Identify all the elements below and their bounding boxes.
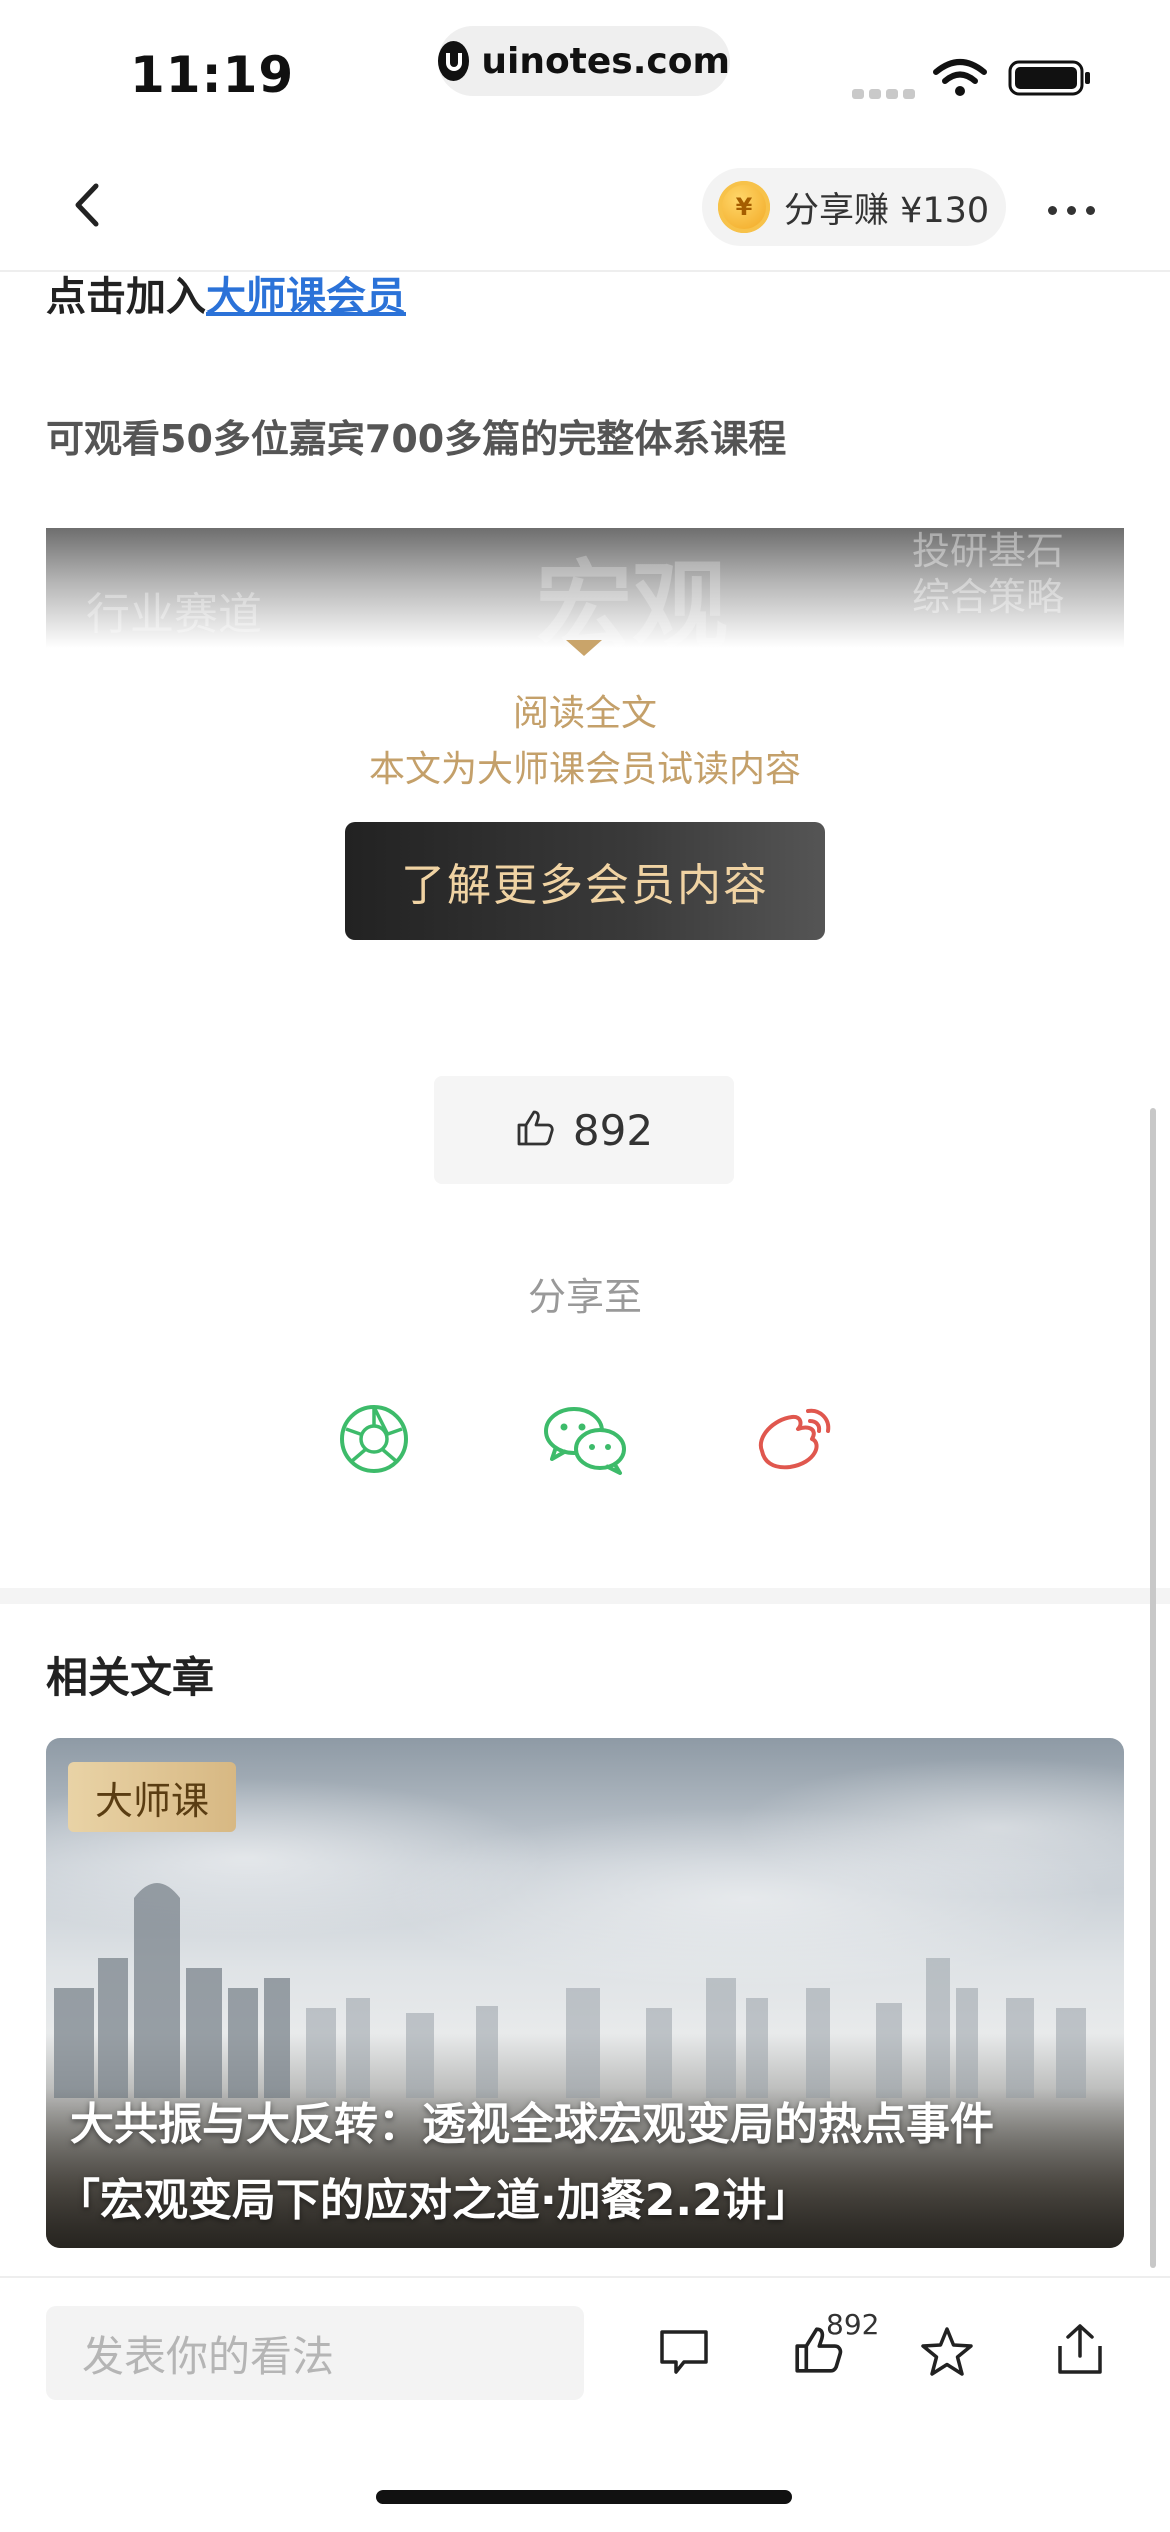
banner-text-right: 投研基石 综合策略 xyxy=(911,529,1064,619)
status-time: 11:19 xyxy=(130,46,295,104)
city-skyline-image xyxy=(54,1883,1086,2098)
article-banner-image: 行业赛道 宏观 投研基石 综合策略 xyxy=(46,528,1124,648)
share-earn-button[interactable]: ¥ 分享赚 ¥130 xyxy=(702,168,1006,246)
card-title-line2: 「宏观变局下的应对之道·加餐2.2讲」 xyxy=(56,2175,811,2226)
share-to-label: 分享至 xyxy=(527,1275,642,1319)
scrollbar[interactable] xyxy=(1150,1108,1156,2268)
read-full-link[interactable]: 阅读全文 xyxy=(0,684,1170,736)
caret-down-icon xyxy=(566,640,602,656)
masterclass-badge: 大师课 xyxy=(68,1762,236,1832)
weibo-icon[interactable] xyxy=(752,1403,836,1479)
related-article-card[interactable]: 大师课 大共振与大反转：透视全球宏观变局的热点事件 「宏观变局下的应对之道·加餐… xyxy=(46,1738,1124,2248)
thumb-up-icon xyxy=(515,1108,555,1152)
coin-icon: ¥ xyxy=(718,181,770,233)
back-icon[interactable] xyxy=(64,180,114,230)
join-member-line: 点击加入大师课会员 xyxy=(46,264,406,322)
home-indicator[interactable] xyxy=(376,2490,792,2504)
member-link[interactable]: 大师课会员 xyxy=(206,274,406,320)
banner-text-center: 宏观 xyxy=(536,549,728,648)
learn-more-member-button[interactable]: 了解更多会员内容 xyxy=(345,822,825,940)
like-count: 892 xyxy=(572,1105,654,1155)
moments-icon[interactable] xyxy=(338,1403,410,1479)
join-prefix: 点击加入 xyxy=(46,274,206,320)
related-articles-title: 相关文章 xyxy=(46,1653,215,1702)
share-icon[interactable] xyxy=(1054,2322,1106,2380)
url-text: uinotes.com xyxy=(481,40,730,82)
more-icon[interactable] xyxy=(1048,200,1105,219)
site-logo-icon xyxy=(438,41,470,81)
comment-icon[interactable] xyxy=(658,2326,710,2382)
banner-text-left: 行业赛道 xyxy=(86,589,262,640)
comment-input[interactable]: 发表你的看法 xyxy=(46,2306,584,2400)
url-pill[interactable]: uinotes.com xyxy=(438,26,730,96)
share-earn-label: 分享赚 ¥130 xyxy=(784,190,990,231)
like-button[interactable]: 892 xyxy=(434,1076,734,1184)
wechat-icon[interactable] xyxy=(542,1403,628,1479)
bottom-divider xyxy=(0,2276,1170,2278)
card-title-line1: 大共振与大反转：透视全球宏观变局的热点事件 xyxy=(70,2099,994,2150)
wifi-icon xyxy=(932,58,988,102)
star-icon[interactable] xyxy=(920,2326,974,2382)
course-description: 可观看50多位嘉宾700多篇的完整体系课程 xyxy=(46,417,787,461)
battery-icon xyxy=(1008,58,1092,102)
cellular-signal-icon xyxy=(852,84,920,103)
section-divider xyxy=(0,1588,1170,1604)
bottom-like-count: 892 xyxy=(826,2308,880,2341)
trial-note: 本文为大师课会员试读内容 xyxy=(368,749,801,790)
